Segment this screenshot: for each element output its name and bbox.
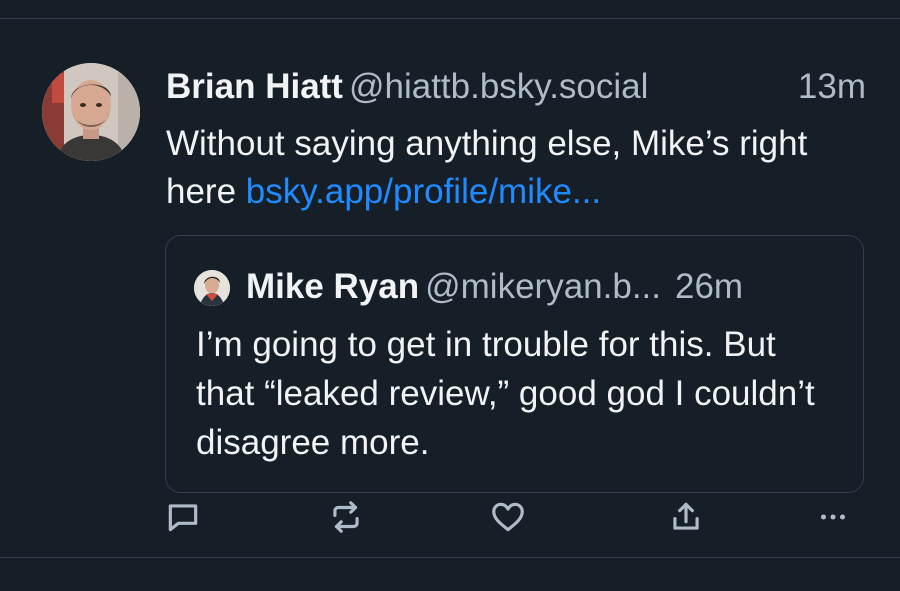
author-handle[interactable]: @hiattb.bsky.social <box>349 67 648 106</box>
more-options-button[interactable] <box>813 497 853 537</box>
author-name[interactable]: Brian Hiatt <box>166 67 343 106</box>
author-avatar[interactable] <box>42 63 140 161</box>
post-link[interactable]: bsky.app/profile/mike... <box>246 172 601 211</box>
reply-icon <box>168 504 198 532</box>
share-button[interactable] <box>666 497 706 537</box>
like-button[interactable] <box>488 497 528 537</box>
repost-button[interactable] <box>326 497 366 537</box>
post[interactable]: Brian Hiatt @hiattb.bsky.social 13m Witho… <box>0 19 900 557</box>
repost-icon <box>333 501 359 533</box>
post-text: Without saying anything else, Mike’s rig… <box>166 120 866 216</box>
quoted-author-name: Mike Ryan <box>246 267 420 306</box>
quoted-post-header: Mike Ryan @mikeryan.b... 26m <box>246 266 846 308</box>
quoted-post-text: I’m going to get in trouble for this. Bu… <box>196 325 815 462</box>
post-timestamp[interactable]: 13m <box>798 66 866 108</box>
quoted-avatar-portrait <box>194 270 230 306</box>
more-icon <box>820 514 846 520</box>
quoted-post[interactable]: Mike Ryan @mikeryan.b... 26m I’m going to … <box>165 235 864 493</box>
avatar-portrait <box>42 63 140 161</box>
quoted-author-handle: @mikeryan.b... <box>425 267 661 306</box>
share-icon <box>673 502 699 530</box>
quoted-author-avatar <box>194 270 230 306</box>
post-header: Brian Hiatt @hiattb.bsky.social 13m <box>166 66 866 108</box>
reply-button[interactable] <box>163 497 203 537</box>
post-actions <box>0 497 900 537</box>
bottom-divider <box>0 557 900 558</box>
quoted-post-timestamp: 26m <box>675 267 744 306</box>
heart-icon <box>492 502 524 532</box>
